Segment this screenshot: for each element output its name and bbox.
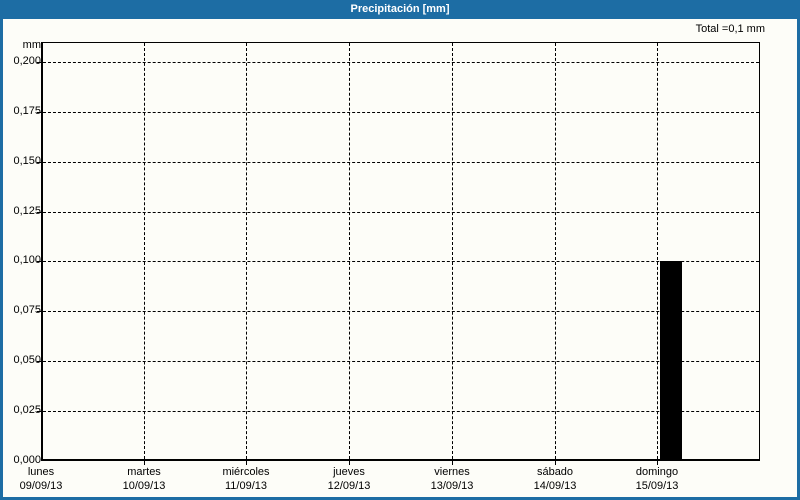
precipitation-bar xyxy=(660,261,682,459)
x-axis-day-label: martes 10/09/13 xyxy=(89,465,199,493)
h-gridline xyxy=(43,112,759,113)
h-gridline xyxy=(43,212,759,213)
h-gridline xyxy=(43,361,759,362)
y-tick-label: 0,075 xyxy=(0,303,41,318)
day-name: domingo xyxy=(602,465,712,479)
v-gridline xyxy=(555,43,556,459)
day-name: martes xyxy=(89,465,199,479)
day-name: sábado xyxy=(500,465,610,479)
day-name: jueves xyxy=(294,465,404,479)
h-gridline xyxy=(43,411,759,412)
h-gridline xyxy=(43,162,759,163)
v-gridline xyxy=(246,43,247,459)
x-axis-day-label: viernes 13/09/13 xyxy=(397,465,507,493)
y-tick-label: 0,200 xyxy=(0,54,41,69)
y-tick-label: 0,050 xyxy=(0,353,41,368)
y-tick-label: 0,100 xyxy=(0,253,41,268)
h-gridline xyxy=(43,62,759,63)
chart-frame: Precipitación [mm] Total =0,1 mm mm 0,20… xyxy=(0,0,800,500)
chart-title: Precipitación [mm] xyxy=(350,3,449,15)
v-gridline xyxy=(144,43,145,459)
x-axis-day-label: miércoles 11/09/13 xyxy=(191,465,301,493)
day-date: 12/09/13 xyxy=(294,479,404,493)
total-label: Total =0,1 mm xyxy=(696,23,765,35)
x-axis-day-label: sábado 14/09/13 xyxy=(500,465,610,493)
day-name: viernes xyxy=(397,465,507,479)
day-date: 13/09/13 xyxy=(397,479,507,493)
chart-title-bar: Precipitación [mm] xyxy=(3,0,797,19)
v-gridline xyxy=(452,43,453,459)
day-name: miércoles xyxy=(191,465,301,479)
day-date: 10/09/13 xyxy=(89,479,199,493)
plot-area xyxy=(41,42,760,461)
v-gridline xyxy=(349,43,350,459)
day-date: 14/09/13 xyxy=(500,479,610,493)
y-tick-label: 0,175 xyxy=(0,104,41,119)
v-gridline xyxy=(657,43,658,459)
x-axis-day-label: jueves 12/09/13 xyxy=(294,465,404,493)
h-gridline xyxy=(43,311,759,312)
x-axis-day-label: domingo 15/09/13 xyxy=(602,465,712,493)
day-date: 09/09/13 xyxy=(0,479,96,493)
day-date: 11/09/13 xyxy=(191,479,301,493)
h-gridline xyxy=(43,261,759,262)
y-tick-label: 0,125 xyxy=(0,204,41,219)
y-tick-label: 0,150 xyxy=(0,154,41,169)
y-tick-label: 0,025 xyxy=(0,403,41,418)
y-axis-unit-label: mm xyxy=(0,39,41,51)
day-date: 15/09/13 xyxy=(602,479,712,493)
x-axis-day-label: lunes 09/09/13 xyxy=(0,465,96,493)
day-name: lunes xyxy=(0,465,96,479)
